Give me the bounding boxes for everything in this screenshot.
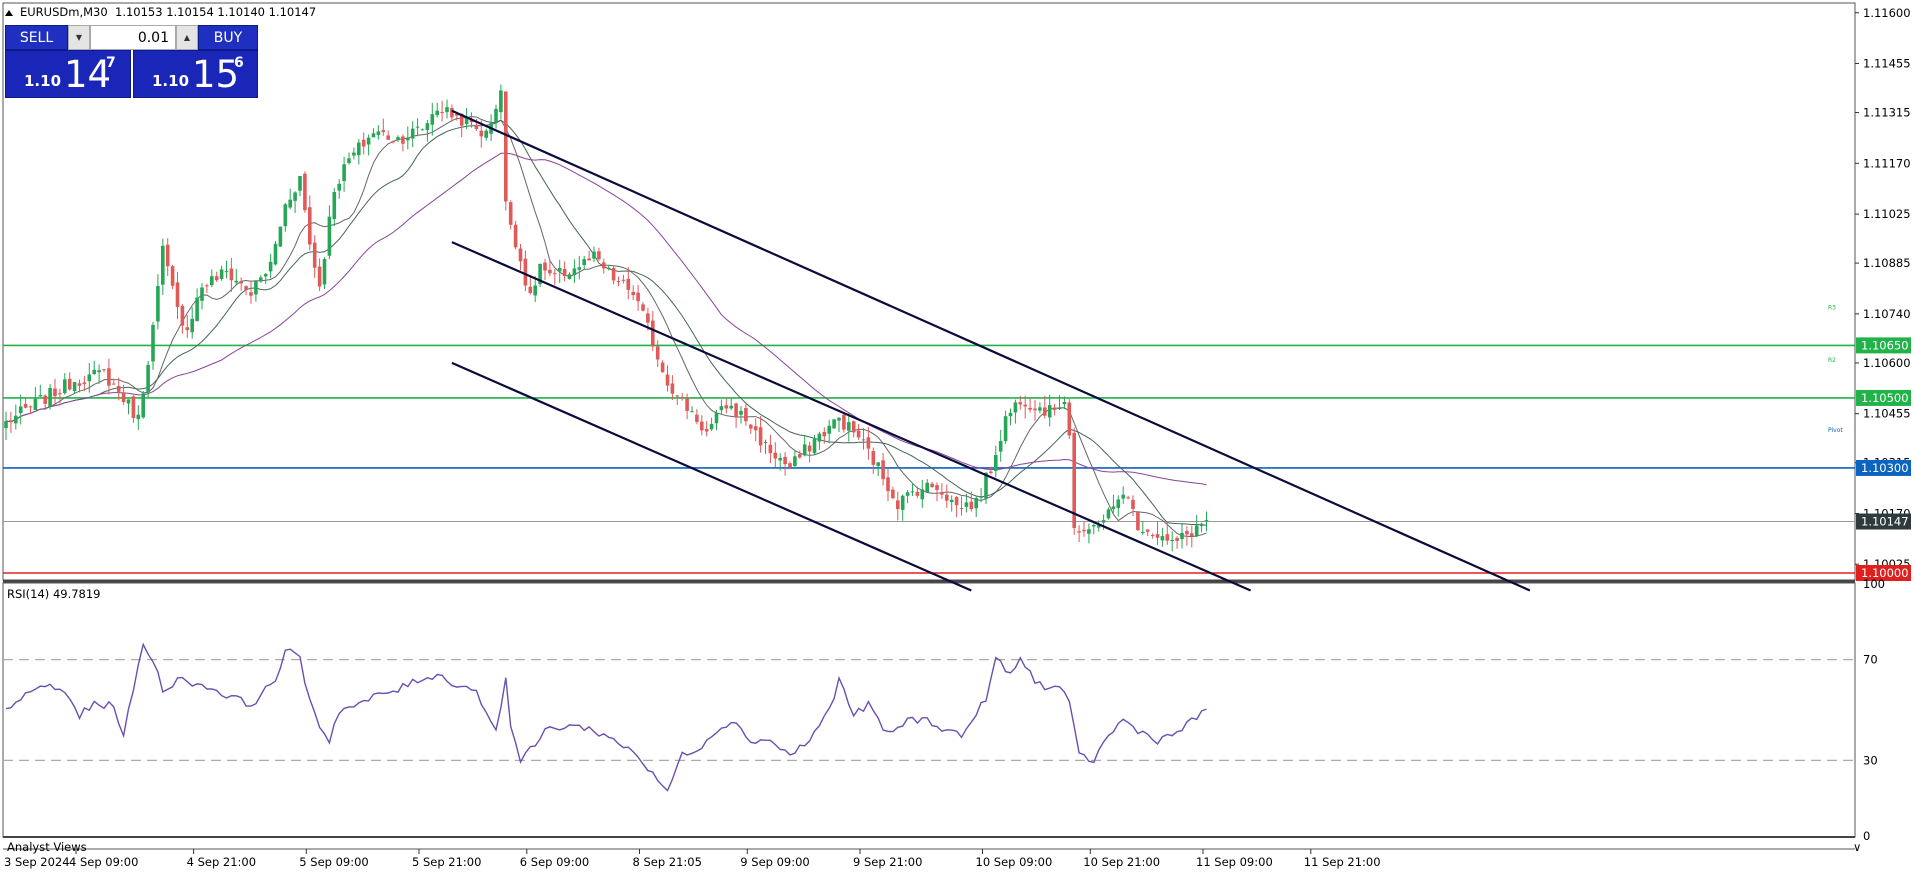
- candle: [538, 263, 542, 288]
- time-tick-label: 6 Sep 09:00: [520, 855, 589, 869]
- price-tick-label: 1.11025: [1863, 207, 1911, 221]
- time-tick-label: 3 Sep 2024: [4, 855, 70, 869]
- candle: [504, 91, 508, 211]
- buy-price-prefix: 1.10: [152, 72, 190, 90]
- price-tick-label: 1.11600: [1863, 6, 1911, 20]
- candle: [832, 418, 836, 430]
- price-tick-label: 1.11455: [1863, 57, 1911, 71]
- level-tag: R3: [1828, 304, 1836, 311]
- time-tick-label: 5 Sep 21:00: [412, 855, 481, 869]
- candle: [170, 264, 175, 290]
- time-tick-label: 5 Sep 09:00: [299, 855, 368, 869]
- time-tick-label: 4 Sep 09:00: [69, 855, 138, 869]
- time-tick-label: 8 Sep 21:05: [633, 855, 702, 869]
- time-tick-label: 9 Sep 09:00: [740, 855, 809, 869]
- time-tick-label: 10 Sep 09:00: [976, 855, 1053, 869]
- chart-background: [0, 0, 1916, 874]
- price-chart[interactable]: EURUSDm,M30 1.10153 1.10154 1.10140 1.10…: [0, 0, 1916, 874]
- rsi-tick-label: 70: [1863, 653, 1878, 667]
- time-tick-label: 9 Sep 21:00: [853, 855, 922, 869]
- level-tag: R2: [1828, 357, 1836, 364]
- candle: [1072, 427, 1076, 535]
- time-tick-label: 11 Sep 21:00: [1304, 855, 1381, 869]
- rsi-tick-label: 100: [1863, 577, 1885, 591]
- candle: [1067, 398, 1072, 439]
- ohlc-values: 1.10153 1.10154 1.10140 1.10147: [115, 5, 316, 19]
- one-click-trading-panel: SELL ▼ ▲ BUY 1.10 14 7 1.10 15 6: [5, 25, 258, 98]
- sell-price-prefix: 1.10: [24, 72, 62, 90]
- candle: [1136, 511, 1140, 531]
- price-label: 1.10300: [1861, 461, 1909, 475]
- candle: [278, 226, 283, 247]
- buy-price-sup: 6: [234, 55, 244, 71]
- sell-button[interactable]: SELL: [5, 25, 68, 50]
- scroll-down-icon[interactable]: ∨: [1853, 840, 1861, 854]
- buy-price-big: 15: [192, 53, 240, 96]
- price-tick-label: 1.10600: [1863, 356, 1911, 370]
- price-tick-label: 1.10740: [1863, 307, 1911, 321]
- candle: [322, 257, 327, 289]
- rsi-title: RSI(14) 49.7819: [7, 587, 101, 601]
- buy-price-box[interactable]: 1.10 15 6: [133, 50, 258, 98]
- rsi-tick-label: 30: [1863, 753, 1878, 767]
- price-tick-label: 1.11170: [1863, 156, 1911, 170]
- time-tick-label: 11 Sep 09:00: [1196, 855, 1273, 869]
- volume-increase-icon[interactable]: ▲: [176, 25, 198, 50]
- volume-decrease-icon[interactable]: ▼: [68, 25, 90, 50]
- price-tick-label: 1.10885: [1863, 256, 1911, 270]
- rsi-tick-label: 0: [1863, 829, 1870, 843]
- buy-button[interactable]: BUY: [198, 25, 258, 50]
- level-tag: Pivot: [1828, 427, 1843, 434]
- candle: [273, 241, 278, 266]
- price-label: 1.10500: [1861, 391, 1909, 405]
- price-label: 1.10650: [1861, 338, 1909, 352]
- time-tick-label: 10 Sep 21:00: [1083, 855, 1160, 869]
- price-label: 1.10147: [1861, 515, 1909, 529]
- candle: [303, 171, 307, 213]
- price-tick-label: 1.10455: [1863, 407, 1911, 421]
- candle: [513, 220, 518, 250]
- candle: [141, 390, 145, 419]
- time-tick-label: 4 Sep 21:00: [187, 855, 256, 869]
- sell-price-big: 14: [64, 53, 112, 96]
- sell-price-sup: 7: [106, 55, 116, 71]
- sell-price-box[interactable]: 1.10 14 7: [5, 50, 131, 98]
- price-tick-label: 1.11315: [1863, 106, 1911, 120]
- symbol-timeframe: EURUSDm,M30: [20, 5, 108, 19]
- analyst-views-tab[interactable]: Analyst Views: [7, 840, 87, 854]
- volume-input[interactable]: [90, 25, 176, 50]
